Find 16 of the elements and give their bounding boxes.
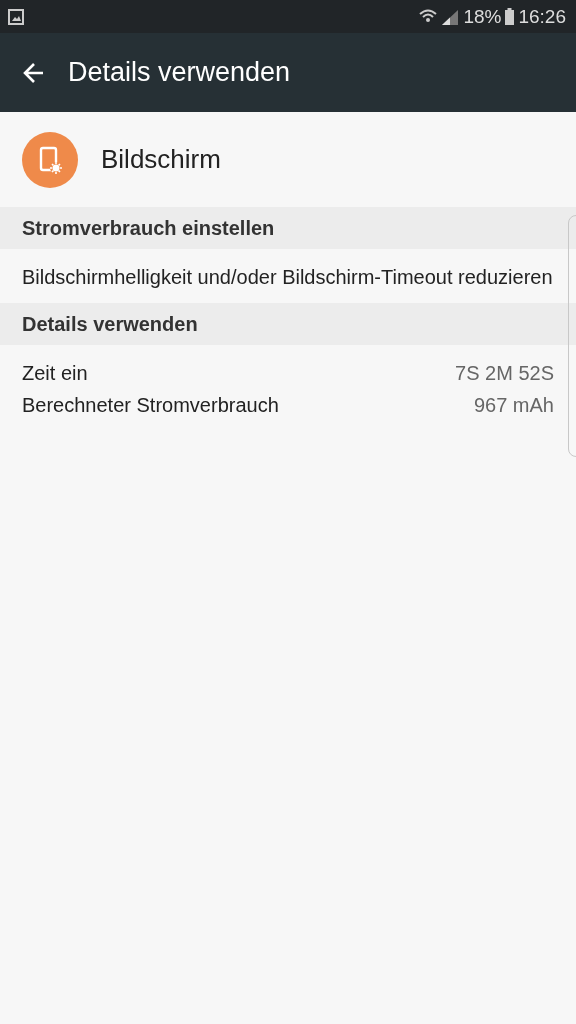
section-header: Stromverbrauch einstellen bbox=[0, 207, 576, 249]
clock: 16:26 bbox=[518, 5, 566, 28]
detail-value: 967 mAh bbox=[473, 393, 554, 418]
gallery-icon bbox=[8, 8, 24, 25]
wifi-icon bbox=[419, 8, 438, 25]
screen-title: Details verwenden bbox=[68, 57, 291, 88]
battery-icon bbox=[505, 8, 515, 25]
app-name: Bildschirm bbox=[101, 144, 221, 175]
battery-percent: 18% bbox=[463, 5, 502, 28]
detail-value: 7S 2M 52S bbox=[455, 361, 554, 386]
recommendation-text: Bildschirmhelligkeit und/oder Bildschirm-Timeout reduzieren bbox=[21, 265, 554, 290]
detail-label: Berechneter Stromverbrauch bbox=[22, 393, 279, 418]
display-settings-icon bbox=[22, 131, 78, 188]
section-header: Details verwenden bbox=[0, 303, 576, 345]
detail-label: Zeit ein bbox=[22, 361, 88, 386]
signal-icon bbox=[441, 8, 460, 25]
